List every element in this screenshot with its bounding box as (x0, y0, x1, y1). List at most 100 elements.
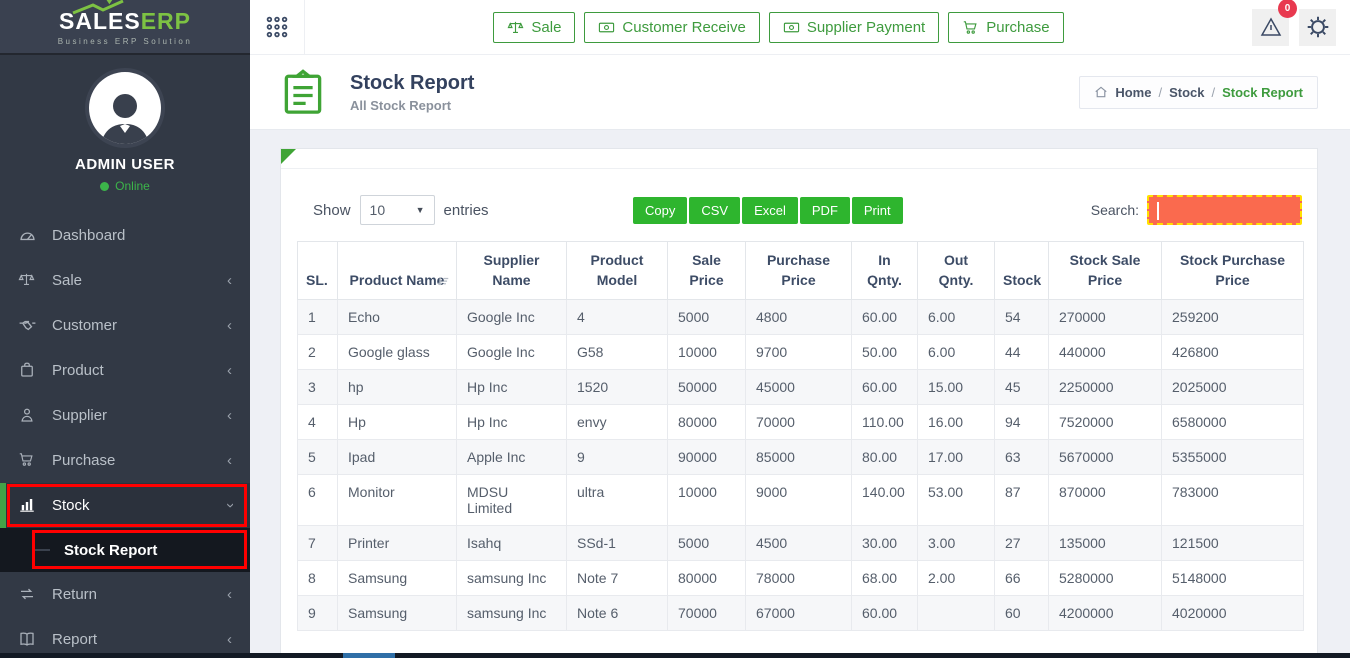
table-cell: 270000 (1049, 299, 1162, 334)
table-cell: 4 (298, 404, 338, 439)
table-cell: 4800 (746, 299, 852, 334)
table-cell: 5 (298, 439, 338, 474)
table-cell: 85000 (746, 439, 852, 474)
quick-button-customer-receive[interactable]: Customer Receive (584, 12, 759, 43)
entries-select[interactable]: 10 ▼ (360, 195, 435, 225)
table-cell: 17.00 (918, 439, 995, 474)
table-cell: 78000 (746, 560, 852, 595)
export-pdf-button[interactable]: PDF (800, 197, 850, 224)
quick-button-supplier-payment[interactable]: Supplier Payment (769, 12, 939, 43)
table-cell: 135000 (1049, 525, 1162, 560)
table-cell: 3 (298, 369, 338, 404)
table-cell: 1 (298, 299, 338, 334)
column-header[interactable]: Stock (995, 242, 1049, 300)
table-cell: Samsung (338, 560, 457, 595)
app-logo[interactable]: SALESERP Business ERP Solution (0, 0, 250, 55)
sidebar-item-return[interactable]: Return‹ (0, 572, 250, 617)
table-cell: 70000 (746, 404, 852, 439)
table-cell: 8 (298, 560, 338, 595)
table-cell: 54 (995, 299, 1049, 334)
table-cell: 426800 (1162, 334, 1304, 369)
dashboard-icon (18, 226, 38, 246)
text-cursor (1157, 202, 1159, 220)
sidebar-item-purchase[interactable]: Purchase‹ (0, 438, 250, 483)
column-header[interactable]: Out Qnty. (918, 242, 995, 300)
online-dot-icon (100, 182, 109, 191)
table-cell: 45000 (746, 369, 852, 404)
column-header[interactable]: In Qnty. (852, 242, 918, 300)
search-label: Search: (1091, 202, 1139, 218)
chevron-left-icon: ‹ (227, 586, 232, 603)
avatar[interactable] (89, 72, 161, 144)
column-header[interactable]: Product Name (338, 242, 457, 300)
column-header-label: SL. (306, 272, 328, 288)
export-copy-button[interactable]: Copy (633, 197, 687, 224)
alerts-button[interactable]: 0 (1252, 9, 1289, 46)
user-silhouette-icon (93, 86, 157, 144)
export-buttons: CopyCSVExcelPDFPrint (633, 197, 903, 224)
table-cell: 110.00 (852, 404, 918, 439)
briefcase-icon (18, 361, 38, 381)
money-icon (783, 19, 800, 36)
sidebar-item-report[interactable]: Report‹ (0, 617, 250, 658)
chevron-left-icon: ‹ (227, 631, 232, 648)
table-cell: 9 (567, 439, 668, 474)
table-cell: envy (567, 404, 668, 439)
sidebar: SALESERP Business ERP Solution ADMIN USE… (0, 0, 250, 658)
column-header[interactable]: Purchase Price (746, 242, 852, 300)
table-cell: 50.00 (852, 334, 918, 369)
sort-icon[interactable] (436, 275, 450, 289)
column-header[interactable]: Supplier Name (457, 242, 567, 300)
breadcrumb-current: Stock Report (1222, 85, 1303, 100)
table-cell: 15.00 (918, 369, 995, 404)
table-cell: 6.00 (918, 299, 995, 334)
table-cell: 2 (298, 334, 338, 369)
column-header-label: Purchase Price (767, 252, 830, 288)
table-cell: Samsung (338, 595, 457, 630)
table-cell: 10000 (668, 334, 746, 369)
sidebar-item-sale[interactable]: Sale‹ (0, 258, 250, 303)
handshake-icon (18, 316, 38, 336)
sidebar-item-label: Stock (52, 497, 90, 514)
sidebar-item-supplier[interactable]: Supplier‹ (0, 393, 250, 438)
table-cell: Monitor (338, 474, 457, 525)
column-header-label: Stock (1003, 272, 1041, 288)
breadcrumb-home[interactable]: Home (1115, 85, 1151, 100)
table-cell: 60.00 (852, 369, 918, 404)
export-excel-button[interactable]: Excel (742, 197, 798, 224)
column-header[interactable]: Stock Purchase Price (1162, 242, 1304, 300)
export-csv-button[interactable]: CSV (689, 197, 740, 224)
table-cell: Apple Inc (457, 439, 567, 474)
sidebar-item-customer[interactable]: Customer‹ (0, 303, 250, 348)
breadcrumb: Home / Stock / Stock Report (1079, 76, 1318, 109)
search-input[interactable] (1147, 195, 1302, 225)
breadcrumb-stock[interactable]: Stock (1169, 85, 1204, 100)
table-cell: 7520000 (1049, 404, 1162, 439)
column-header-label: Product Model (591, 252, 644, 288)
chevron-left-icon: ‹ (227, 452, 232, 469)
sidebar-subitem-stock-report[interactable]: Stock Report (0, 528, 250, 572)
column-header[interactable]: Sale Price (668, 242, 746, 300)
table-cell: 70000 (668, 595, 746, 630)
quick-button-purchase[interactable]: Purchase (948, 12, 1063, 43)
sidebar-item-label: Sale (52, 272, 82, 289)
column-header[interactable]: Product Model (567, 242, 668, 300)
cart-icon (18, 451, 38, 471)
person-icon (18, 406, 38, 426)
table-row: 7PrinterIsahqSSd-15000450030.003.0027135… (298, 525, 1304, 560)
sidebar-item-stock[interactable]: Stock‹ (0, 483, 250, 528)
apps-grid-icon[interactable] (250, 0, 305, 55)
sidebar-item-dashboard[interactable]: Dashboard (0, 213, 250, 258)
sidebar-item-product[interactable]: Product‹ (0, 348, 250, 393)
table-cell: 1520 (567, 369, 668, 404)
column-header[interactable]: SL. (298, 242, 338, 300)
table-cell: 6580000 (1162, 404, 1304, 439)
table-controls: Show 10 ▼ entries CopyCSVExcelPDFPrint S… (281, 195, 1317, 227)
settings-button[interactable] (1299, 9, 1336, 46)
table-cell: 80.00 (852, 439, 918, 474)
table-cell: 9700 (746, 334, 852, 369)
export-print-button[interactable]: Print (852, 197, 903, 224)
table-cell: 5670000 (1049, 439, 1162, 474)
quick-button-sale[interactable]: Sale (493, 12, 575, 43)
column-header[interactable]: Stock Sale Price (1049, 242, 1162, 300)
